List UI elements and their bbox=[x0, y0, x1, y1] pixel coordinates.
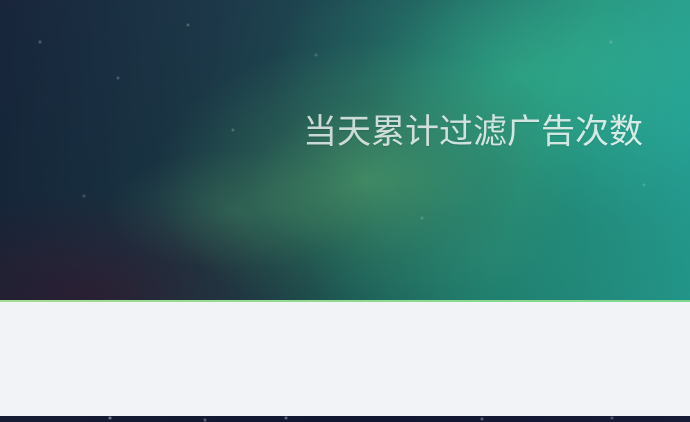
ad-filter-summary-screen: 当天累计过滤广告次数 bbox=[0, 0, 690, 422]
daily-ads-filtered-title: 当天累计过滤广告次数 bbox=[303, 112, 643, 152]
bottom-background-strip bbox=[0, 416, 690, 422]
content-panel bbox=[0, 302, 690, 416]
hero-banner: 当天累计过滤广告次数 bbox=[0, 0, 690, 301]
